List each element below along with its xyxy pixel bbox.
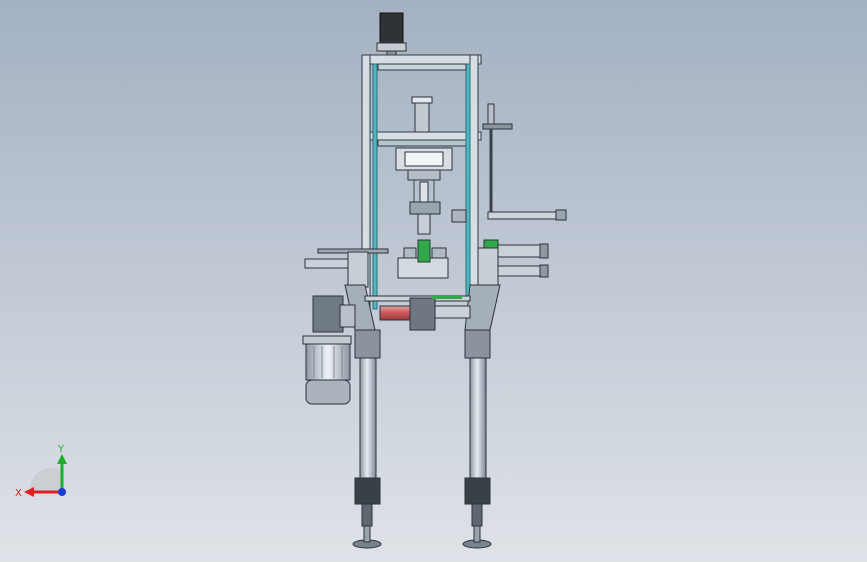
triad-plane [29, 467, 62, 492]
right-guide-rod[interactable] [482, 103, 513, 215]
left-leg[interactable] [352, 329, 382, 549]
center-spindle-assembly[interactable] [395, 96, 453, 235]
z-axis-dot [58, 488, 66, 496]
machine-model-front-view[interactable] [0, 0, 867, 562]
x-axis-head [24, 487, 34, 497]
top-stepper-motor[interactable] [376, 12, 407, 57]
x-axis-label: X [15, 488, 22, 499]
right-leg[interactable] [462, 329, 492, 549]
gear-motor[interactable] [302, 295, 356, 405]
y-axis-label: Y [57, 444, 65, 455]
coordinate-triad: Y X [15, 444, 67, 499]
cad-viewport[interactable]: Y X [0, 0, 867, 562]
y-axis-head [57, 454, 67, 464]
